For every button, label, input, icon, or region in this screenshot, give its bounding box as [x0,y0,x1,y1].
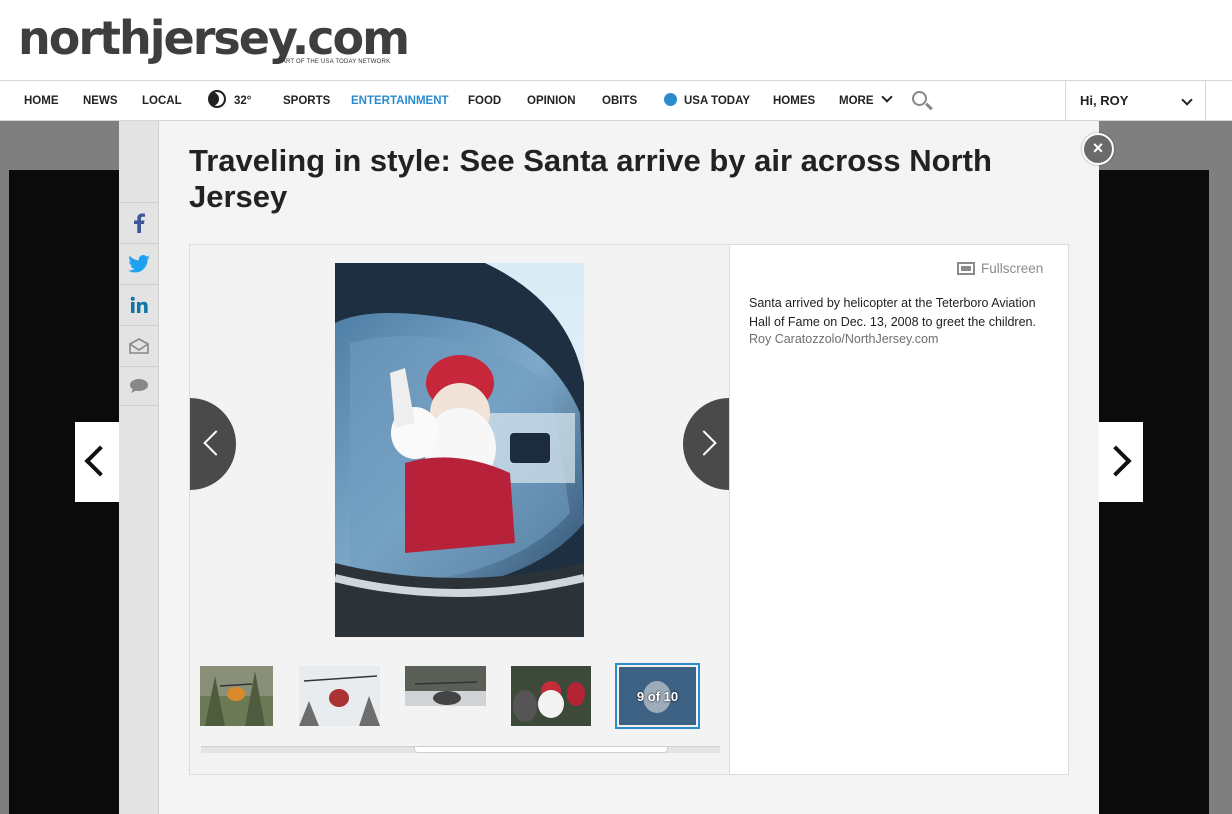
nav-item-opinion[interactable]: OPINION [527,81,576,121]
thumbnail-strip: 9 of 10 [200,663,720,729]
site-logo[interactable]: northjersey.com PART OF THE USA TODAY NE… [18,11,410,65]
facebook-icon [133,213,145,233]
site-header: northjersey.com PART OF THE USA TODAY NE… [0,0,1232,80]
background-prev-button[interactable] [75,422,119,502]
linkedin-icon [130,296,148,313]
weather-night-icon [208,89,226,108]
santa-helicopter-photo [335,263,584,637]
thumbnail[interactable] [405,666,486,726]
nav-item-sports[interactable]: SPORTS [283,81,330,121]
nav-item-obits[interactable]: OBITS [602,81,637,121]
nav-item-usa-today[interactable]: USA TODAY [664,81,750,121]
caption-panel: Fullscreen Santa arrived by helicopter a… [730,245,1068,774]
comment-icon [129,379,148,393]
next-photo-button[interactable] [683,398,729,490]
fullscreen-button[interactable]: Fullscreen [957,261,1043,276]
email-icon [128,337,149,354]
thumbnail-scrollbar[interactable] [201,746,720,753]
main-nav: HOME NEWS LOCAL 32° SPORTS ENTERTAINMENT… [0,80,1232,121]
close-icon: × [1092,138,1104,158]
photo-caption: Santa arrived by helicopter at the Teter… [749,296,1036,329]
chevron-right-icon [1100,445,1132,477]
gallery-viewer: 9 of 10 Fullscreen Santa arrived by heli… [189,244,1069,775]
previous-photo-button[interactable] [190,398,236,490]
usa-today-label: USA TODAY [684,95,751,107]
thumbnail[interactable] [299,666,380,726]
background-next-button[interactable] [1099,422,1143,502]
close-button[interactable]: × [1082,133,1114,165]
gallery-title: Traveling in style: See Santa arrive by … [189,143,992,214]
nav-item-home[interactable]: HOME [24,81,59,121]
nav-item-local[interactable]: LOCAL [142,81,182,121]
thumbnail-position-label: 9 of 10 [636,688,679,704]
fullscreen-icon [957,261,975,275]
thumbnail-selected[interactable]: 9 of 10 [615,663,700,729]
share-rail [119,121,159,814]
more-label: MORE [839,95,874,107]
chevron-left-icon [203,430,229,456]
photo-credit: Roy Caratozzolo/NorthJersey.com [749,332,939,346]
share-email-button[interactable] [119,325,158,365]
search-icon[interactable] [912,91,933,111]
share-linkedin-button[interactable] [119,284,158,324]
nav-item-entertainment[interactable]: ENTERTAINMENT [351,81,449,121]
nav-item-more[interactable]: MORE [839,81,893,121]
share-facebook-button[interactable] [119,202,158,242]
share-twitter-button[interactable] [119,243,158,283]
user-greeting: Hi, ROY [1080,93,1129,108]
scrollbar-thumb[interactable] [414,747,668,753]
chevron-right-icon [691,430,717,456]
nav-item-food[interactable]: FOOD [468,81,501,121]
share-comment-button[interactable] [119,366,158,406]
thumbnail[interactable] [200,666,273,726]
twitter-icon [127,254,150,272]
nav-item-news[interactable]: NEWS [83,81,118,121]
fullscreen-label: Fullscreen [981,261,1044,276]
photo-stage: 9 of 10 [190,245,730,774]
thumbnail[interactable] [511,666,591,726]
user-menu[interactable]: Hi, ROY [1065,81,1206,121]
nav-item-homes[interactable]: HOMES [773,81,815,121]
logo-text: northjersey.com [18,11,410,65]
chevron-down-icon [880,91,893,103]
logo-tagline: PART OF THE USA TODAY NETWORK [278,59,391,65]
weather-temperature: 32° [234,95,252,107]
chevron-left-icon [84,445,116,477]
gallery-photo [335,263,584,637]
usa-today-dot-icon [664,93,677,107]
nav-item-weather[interactable]: 32° [208,81,251,121]
chevron-down-icon [1181,94,1193,106]
